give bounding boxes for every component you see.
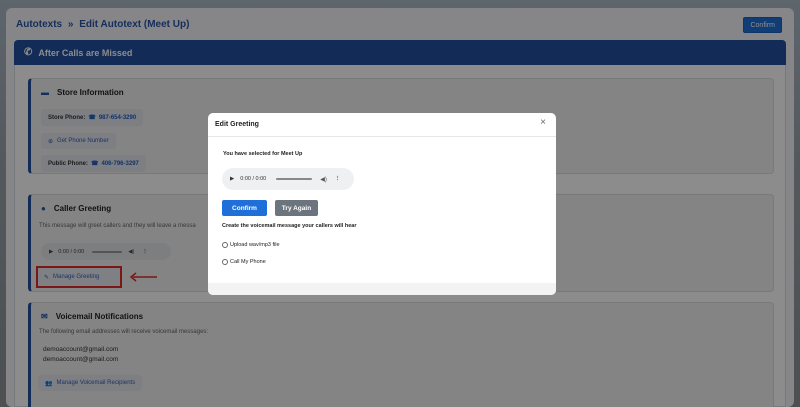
edit-greeting-modal: Edit Greeting × You have selected for Me… <box>208 113 556 295</box>
close-icon[interactable]: × <box>540 117 546 128</box>
modal-title: Edit Greeting <box>215 121 259 128</box>
selected-text: You have selected for Meet Up <box>223 151 303 157</box>
upload-radio[interactable] <box>222 242 228 248</box>
option-upload[interactable]: Upload wav/mp3 file <box>222 242 280 248</box>
more-options-icon[interactable]: ⋮ <box>335 176 341 182</box>
option-call-label: Call My Phone <box>230 259 266 265</box>
option-upload-label: Upload wav/mp3 file <box>230 242 280 248</box>
modal-header: Edit Greeting <box>208 113 556 137</box>
modal-audio-progress[interactable] <box>276 178 313 180</box>
voicemail-instruction: Create the voicemail message your caller… <box>222 223 357 229</box>
play-icon[interactable]: ▶ <box>230 176 234 182</box>
modal-confirm-button[interactable]: Confirm <box>222 200 267 216</box>
option-call[interactable]: Call My Phone <box>222 259 266 265</box>
try-again-button[interactable]: Try Again <box>275 200 318 216</box>
modal-footer <box>208 283 556 295</box>
call-radio[interactable] <box>222 259 228 265</box>
volume-icon[interactable]: ◀) <box>320 176 327 183</box>
modal-audio-player[interactable]: ▶ 0:00 / 0:00 ◀) ⋮ <box>222 168 354 190</box>
modal-audio-time: 0:00 / 0:00 <box>240 176 267 182</box>
